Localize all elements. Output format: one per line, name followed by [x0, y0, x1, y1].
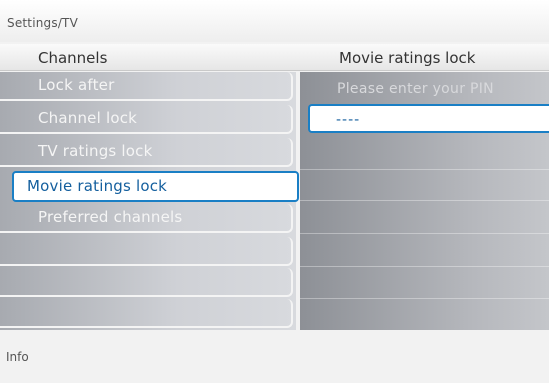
menu-list: Lock after Channel lock TV ratings lock … [0, 72, 299, 330]
menu-item-label: Channel lock [38, 109, 138, 127]
menu-item-empty-1 [0, 237, 293, 266]
menu-header: Channels Movie ratings lock [0, 44, 549, 71]
info-label: Info [6, 350, 29, 364]
row-divider [300, 266, 549, 267]
info-bar: Info [0, 332, 549, 383]
menu-item-empty-3 [0, 299, 293, 328]
menu-item-empty-2 [0, 268, 293, 297]
pin-panel: Please enter your PIN ---- [300, 72, 549, 330]
row-divider [300, 233, 549, 234]
pin-input[interactable]: ---- [308, 104, 549, 133]
pin-prompt: Please enter your PIN [337, 81, 494, 97]
menu-item-label: Lock after [38, 76, 115, 94]
menu-item-movie-ratings-lock[interactable]: Movie ratings lock [12, 171, 299, 202]
tv-menu-screen: Settings/TV Channels Movie ratings lock … [0, 0, 549, 383]
row-divider [300, 200, 549, 201]
breadcrumb: Settings/TV [0, 0, 549, 42]
right-column-title: Movie ratings lock [339, 49, 476, 67]
menu-item-channel-lock[interactable]: Channel lock [0, 105, 293, 134]
pin-value: ---- [336, 112, 361, 128]
breadcrumb-text: Settings/TV [7, 16, 79, 30]
row-divider [300, 298, 549, 299]
menu-item-tv-ratings-lock[interactable]: TV ratings lock [0, 138, 293, 167]
left-column-title: Channels [38, 49, 108, 67]
menu-item-preferred-channels[interactable]: Preferred channels [0, 204, 293, 233]
row-divider [300, 169, 549, 170]
menu-item-label: TV ratings lock [38, 142, 153, 160]
menu-item-label: Movie ratings lock [27, 177, 168, 195]
menu-item-lock-after[interactable]: Lock after [0, 72, 293, 101]
menu-item-label: Preferred channels [38, 208, 183, 226]
